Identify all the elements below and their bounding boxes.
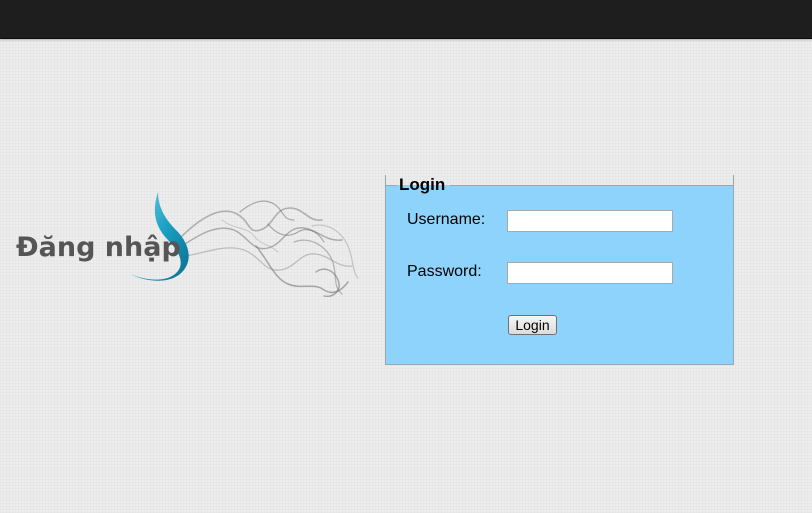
login-button[interactable]: Login bbox=[508, 315, 557, 335]
logo-text: Đăng nhập bbox=[16, 232, 181, 263]
username-label: Username: bbox=[407, 211, 486, 228]
password-input[interactable] bbox=[507, 262, 673, 284]
login-frame-left bbox=[385, 185, 397, 186]
password-label: Password: bbox=[407, 263, 482, 280]
login-logo: Đăng nhập bbox=[12, 186, 364, 306]
login-frame-right bbox=[450, 185, 734, 186]
username-input[interactable] bbox=[507, 210, 673, 232]
smoke-image bbox=[179, 200, 359, 297]
logo-graphic: Đăng nhập bbox=[16, 192, 359, 297]
top-navbar bbox=[0, 0, 812, 39]
login-legend: Login bbox=[399, 175, 446, 194]
